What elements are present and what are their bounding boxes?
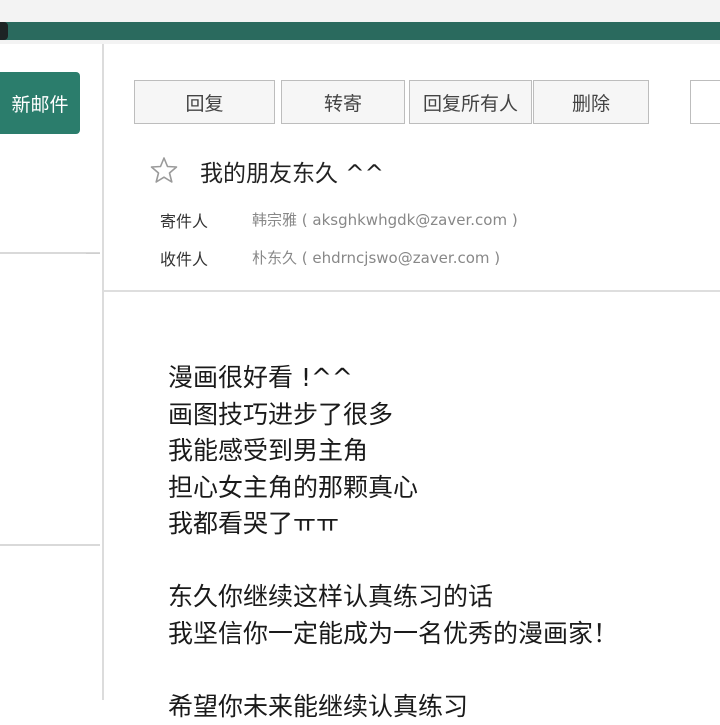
recipient-label: 收件人 [160, 246, 208, 270]
body-line [168, 543, 618, 580]
compose-button[interactable]: 新邮件 [0, 72, 80, 134]
reply-button[interactable]: 回复 [134, 80, 275, 124]
top-scroll-knob[interactable] [0, 22, 8, 40]
body-line: 我能感受到男主角 [168, 433, 618, 470]
body-line: 我坚信你一定能成为一名优秀的漫画家！ [168, 616, 618, 653]
mail-view: 回复 转寄 回复所有人 删除 我的朋友东久 ^^ 寄件人 韩宗雅 ( aksgh… [104, 44, 720, 700]
body-line: 漫画很好看 !^^ [168, 360, 618, 397]
body-line: 东久你继续这样认真练习的话 [168, 579, 618, 616]
header-divider [104, 290, 720, 292]
delete-button[interactable]: 删除 [533, 80, 649, 124]
reply-all-button[interactable]: 回复所有人 [409, 80, 532, 124]
toolbar-more-button[interactable] [690, 80, 720, 124]
sidebar: 新邮件 [0, 44, 104, 700]
body-line: 我都看哭了ㅠㅠ [168, 506, 618, 543]
sender-value[interactable]: 韩宗雅 ( aksghkwhgdk@zaver.com ) [252, 209, 518, 230]
body-line: 担心女主角的那颗真心 [168, 470, 618, 507]
email-body: 漫画很好看 !^^画图技巧进步了很多我能感受到男主角担心女主角的那颗真心我都看哭… [168, 360, 618, 725]
forward-button[interactable]: 转寄 [281, 80, 405, 124]
body-line: 希望你未来能继续认真练习 [168, 689, 618, 725]
body-line [168, 652, 618, 689]
top-bar [0, 0, 720, 44]
star-icon[interactable] [150, 156, 178, 184]
body-line: 画图技巧进步了很多 [168, 397, 618, 434]
sidebar-divider [0, 544, 100, 546]
sender-label: 寄件人 [160, 208, 208, 232]
recipient-value[interactable]: 朴东久 ( ehdrncjswo@zaver.com ) [252, 247, 500, 268]
sidebar-tick [86, 253, 100, 254]
top-accent-strip [0, 22, 720, 40]
email-subject: 我的朋友东久 ^^ [200, 154, 384, 188]
sidebar-divider [0, 252, 100, 254]
